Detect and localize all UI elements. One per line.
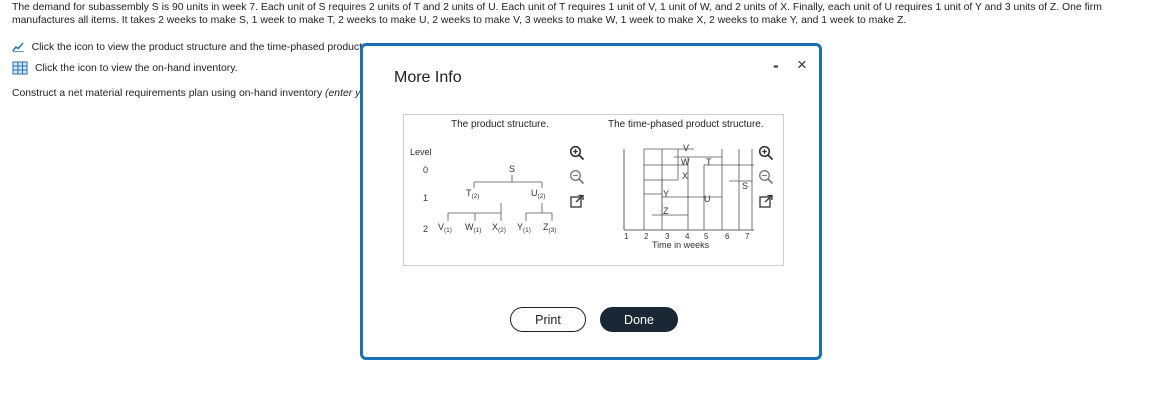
zoom-out-icon-right[interactable] (758, 169, 774, 185)
minimize-button[interactable]: - (773, 56, 779, 76)
zoom-in-icon[interactable] (569, 145, 585, 161)
close-button[interactable]: × (797, 55, 807, 75)
time-item-y: Y (663, 189, 669, 199)
level-2-label: 2 (423, 224, 428, 234)
level-label: Level (410, 147, 432, 157)
product-structure-link-row[interactable]: Click the icon to view the product struc… (12, 40, 362, 54)
node-z: Z(3) (543, 222, 556, 234)
product-structure-diagram: Level 0 1 2 S T(2) U(2) V(1) W(1) X(2) Y… (410, 147, 556, 234)
week-tick-2: 2 (644, 232, 649, 241)
level-1-label: 1 (423, 193, 428, 203)
node-x: X(2) (492, 222, 506, 234)
instruction-text: Construct a net material requirements pl… (12, 88, 360, 99)
time-phased-title: The time-phased product structure. (608, 119, 764, 130)
time-item-x: X (682, 171, 688, 181)
node-y: Y(1) (517, 222, 531, 234)
more-info-dialog: More Info - × The product structure. The… (360, 43, 822, 360)
zoom-in-icon-right[interactable] (758, 145, 774, 161)
done-button[interactable]: Done (600, 307, 678, 332)
node-s: S (509, 164, 515, 174)
time-item-w: W (681, 157, 690, 167)
table-icon[interactable] (12, 61, 28, 75)
inventory-link-row[interactable]: Click the icon to view the on-hand inven… (12, 61, 238, 75)
time-item-s: S (742, 181, 748, 191)
expand-icon[interactable] (569, 194, 585, 210)
inventory-link[interactable]: Click the icon to view the on-hand inven… (35, 63, 238, 74)
figure-panel: The product structure. The time-phased p… (403, 114, 784, 266)
node-v: V(1) (438, 222, 452, 234)
week-tick-6: 6 (725, 232, 730, 241)
level-0-label: 0 (423, 165, 428, 175)
time-item-v: V (683, 143, 689, 153)
node-t: T(2) (466, 188, 479, 200)
dialog-title: More Info (394, 69, 462, 86)
node-w: W(1) (465, 222, 481, 234)
time-item-t: T (706, 157, 712, 167)
time-axis-label: Time in weeks (652, 240, 710, 250)
time-item-u: U (704, 194, 711, 204)
expand-icon-right[interactable] (758, 194, 774, 210)
problem-statement: The demand for subassembly S is 90 units… (12, 2, 1102, 26)
node-u: U(2) (531, 188, 545, 200)
chart-icon[interactable] (12, 40, 25, 54)
week-tick-7: 7 (745, 232, 750, 241)
zoom-out-icon[interactable] (569, 169, 585, 185)
week-tick-1: 1 (624, 232, 629, 241)
print-button[interactable]: Print (510, 307, 586, 332)
time-phased-diagram: V W X T Y Z U S 1 2 3 4 5 6 7 Time in we… (623, 143, 754, 250)
time-item-z: Z (663, 206, 669, 216)
product-structure-link[interactable]: Click the icon to view the product struc… (32, 42, 362, 53)
